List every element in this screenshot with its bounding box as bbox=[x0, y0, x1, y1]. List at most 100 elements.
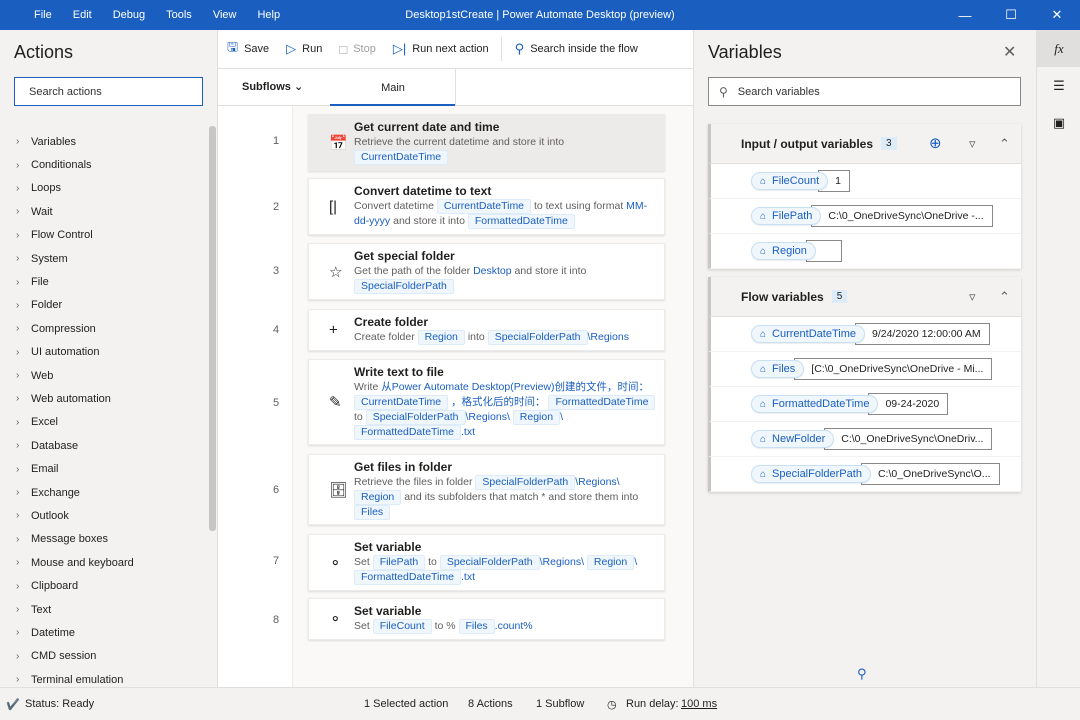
variable-row[interactable]: ⌂ FilePath C:\0_OneDriveSync\OneDrive -... bbox=[708, 199, 1021, 234]
variable-chip[interactable]: ⌂ NewFolder bbox=[751, 430, 835, 448]
variable-token[interactable]: SpecialFolderPath bbox=[439, 555, 540, 570]
tab-main[interactable]: Main bbox=[330, 69, 456, 106]
action-category-excel[interactable]: › Excel bbox=[16, 411, 206, 434]
variable-token[interactable]: FilePath bbox=[372, 555, 426, 570]
run-next-action-button[interactable]: ▷| Run next action bbox=[393, 41, 489, 57]
action-category-email[interactable]: › Email bbox=[16, 457, 206, 480]
menu-tools[interactable]: Tools bbox=[166, 9, 192, 21]
menu-view[interactable]: View bbox=[213, 9, 237, 21]
action-category-wait[interactable]: › Wait bbox=[16, 200, 206, 223]
action-category-system[interactable]: › System bbox=[16, 247, 206, 270]
action-category-database[interactable]: › Database bbox=[16, 434, 206, 457]
step-text: into bbox=[467, 331, 485, 343]
action-category-file[interactable]: › File bbox=[16, 270, 206, 293]
variable-row[interactable]: ⌂ Files [C:\0_OneDriveSync\OneDrive - Mi..… bbox=[708, 352, 1021, 387]
variable-chip[interactable]: ⌂ Region bbox=[751, 242, 816, 260]
action-category-clipboard[interactable]: › Clipboard bbox=[16, 574, 206, 597]
action-category-message-boxes[interactable]: › Message boxes bbox=[16, 528, 206, 551]
menu-help[interactable]: Help bbox=[257, 9, 280, 21]
action-category-exchange[interactable]: › Exchange bbox=[16, 481, 206, 504]
variable-chip[interactable]: ⌂ FileCount bbox=[751, 172, 829, 190]
search-variables-input[interactable]: ⚲ Search variables bbox=[708, 77, 1021, 106]
chevron-up-icon[interactable]: ⌃ bbox=[999, 136, 1010, 152]
variable-token[interactable]: SpecialFolderPath bbox=[365, 409, 466, 425]
action-category-mouse-and-keyboard[interactable]: › Mouse and keyboard bbox=[16, 551, 206, 574]
variable-row[interactable]: ⌂ CurrentDateTime 9/24/2020 12:00:00 AM bbox=[708, 317, 1021, 352]
flow-step-write-text-to-file[interactable]: ✎ Write text to file Write 从Power Automa… bbox=[308, 359, 665, 445]
variable-token[interactable]: CurrentDateTime bbox=[354, 149, 449, 165]
flow-step-get-special-folder[interactable]: ☆ Get special folder Get the path of the… bbox=[308, 243, 665, 300]
save-button[interactable]: 🖫 Save bbox=[227, 38, 269, 60]
flow-step-create-folder[interactable]: + Create folder Create folder Region int… bbox=[308, 309, 665, 351]
variable-token[interactable]: Region bbox=[512, 409, 561, 425]
action-category-compression[interactable]: › Compression bbox=[16, 317, 206, 340]
variable-row[interactable]: ⌂ FormattedDateTime 09-24-2020 bbox=[708, 387, 1021, 422]
action-category-web-automation[interactable]: › Web automation bbox=[16, 387, 206, 410]
action-category-variables[interactable]: › Variables bbox=[16, 130, 206, 153]
variable-token[interactable]: Region bbox=[586, 555, 635, 570]
menu-file[interactable]: File bbox=[34, 9, 52, 21]
action-category-text[interactable]: › Text bbox=[16, 598, 206, 621]
variable-row[interactable]: ⌂ Region bbox=[708, 234, 1021, 269]
variable-token[interactable]: CurrentDateTime bbox=[436, 199, 532, 214]
run-delay-link[interactable]: 100 ms bbox=[681, 698, 717, 710]
action-category-loops[interactable]: › Loops bbox=[16, 177, 206, 200]
variable-token[interactable]: FormattedDateTime bbox=[354, 570, 461, 585]
run-button[interactable]: ▷ Run bbox=[286, 41, 322, 57]
action-category-ui-automation[interactable]: › UI automation bbox=[16, 341, 206, 364]
variable-token[interactable]: FormattedDateTime bbox=[354, 424, 461, 440]
actions-scrollbar[interactable] bbox=[209, 126, 216, 531]
variable-token[interactable]: Region bbox=[417, 330, 465, 345]
variable-chip[interactable]: ⌂ FilePath bbox=[751, 207, 822, 225]
stop-button[interactable]: □ Stop bbox=[339, 42, 376, 57]
variable-row[interactable]: ⌂ NewFolder C:\0_OneDriveSync\OneDriv... bbox=[708, 422, 1021, 457]
flask-icon[interactable]: ⚲ bbox=[857, 666, 867, 682]
action-category-cmd-session[interactable]: › CMD session bbox=[16, 645, 206, 668]
close-icon[interactable]: ✕ bbox=[1003, 42, 1016, 62]
action-category-folder[interactable]: › Folder bbox=[16, 294, 206, 317]
variable-token[interactable]: SpecialFolderPath bbox=[475, 475, 576, 490]
flow-step-set-variable-filecount[interactable]: ⚬ Set variable Set FileCount to % Files.… bbox=[308, 598, 665, 640]
chevron-up-icon[interactable]: ⌃ bbox=[999, 289, 1010, 305]
variable-chip[interactable]: ⌂ FormattedDateTime bbox=[751, 395, 879, 413]
menu-edit[interactable]: Edit bbox=[73, 9, 92, 21]
minimize-icon[interactable]: — bbox=[942, 0, 988, 30]
variable-token[interactable]: Files bbox=[458, 619, 495, 634]
image-icon[interactable]: ▣ bbox=[1037, 104, 1080, 141]
variable-chip[interactable]: ⌂ SpecialFolderPath bbox=[751, 465, 871, 483]
variable-row[interactable]: ⌂ SpecialFolderPath C:\0_OneDriveSync\O... bbox=[708, 457, 1021, 492]
flow-step-get-files-in-folder[interactable]: 🗄 Get files in folder Retrieve the files… bbox=[308, 454, 665, 525]
variable-chip[interactable]: ⌂ Files bbox=[751, 360, 805, 378]
menu-debug[interactable]: Debug bbox=[113, 9, 145, 21]
flow-step-get-current-datetime[interactable]: 📅 Get current date and time Retrieve the… bbox=[308, 114, 665, 171]
variable-token[interactable]: CurrentDateTime bbox=[354, 394, 449, 410]
variable-token[interactable]: Region bbox=[354, 490, 402, 505]
add-icon[interactable]: ⊕ bbox=[929, 134, 942, 152]
search-flow-input[interactable]: ⚲ Search inside the flow bbox=[515, 41, 638, 57]
search-actions-input[interactable]: Search actions bbox=[14, 77, 203, 106]
variable-token[interactable]: FormattedDateTime bbox=[467, 214, 575, 229]
flow-step-set-variable-filepath[interactable]: ⚬ Set variable Set FilePath to SpecialFo… bbox=[308, 534, 665, 591]
action-category-conditionals[interactable]: › Conditionals bbox=[16, 153, 206, 176]
variable-token[interactable]: SpecialFolderPath bbox=[354, 278, 454, 294]
close-icon[interactable]: ✕ bbox=[1034, 0, 1080, 30]
layers-icon[interactable]: ☰ bbox=[1037, 67, 1080, 104]
action-category-flow-control[interactable]: › Flow Control bbox=[16, 224, 206, 247]
filter-icon[interactable]: ▿ bbox=[969, 136, 976, 152]
io-variables-header[interactable]: Input / output variables 3 ⊕ ▿ ⌃ bbox=[708, 124, 1021, 164]
variable-token[interactable]: FileCount bbox=[372, 619, 432, 634]
variable-token[interactable]: SpecialFolderPath bbox=[487, 330, 588, 345]
maximize-icon[interactable]: ☐ bbox=[988, 0, 1034, 30]
subflows-dropdown[interactable]: Subflows ⌄ bbox=[242, 80, 303, 93]
variable-row[interactable]: ⌂ FileCount 1 bbox=[708, 164, 1021, 199]
flow-variables-header[interactable]: Flow variables 5 ▿ ⌃ bbox=[708, 277, 1021, 317]
flow-step-convert-datetime[interactable]: [| Convert datetime to text Convert date… bbox=[308, 178, 665, 235]
fx-icon[interactable]: fx bbox=[1037, 30, 1080, 67]
action-category-web[interactable]: › Web bbox=[16, 364, 206, 387]
variable-token[interactable]: Files bbox=[354, 505, 391, 520]
variable-chip[interactable]: ⌂ CurrentDateTime bbox=[751, 325, 865, 343]
action-category-datetime[interactable]: › Datetime bbox=[16, 621, 206, 644]
variable-token[interactable]: FormattedDateTime bbox=[548, 394, 656, 410]
filter-icon[interactable]: ▿ bbox=[969, 289, 976, 305]
action-category-outlook[interactable]: › Outlook bbox=[16, 504, 206, 527]
